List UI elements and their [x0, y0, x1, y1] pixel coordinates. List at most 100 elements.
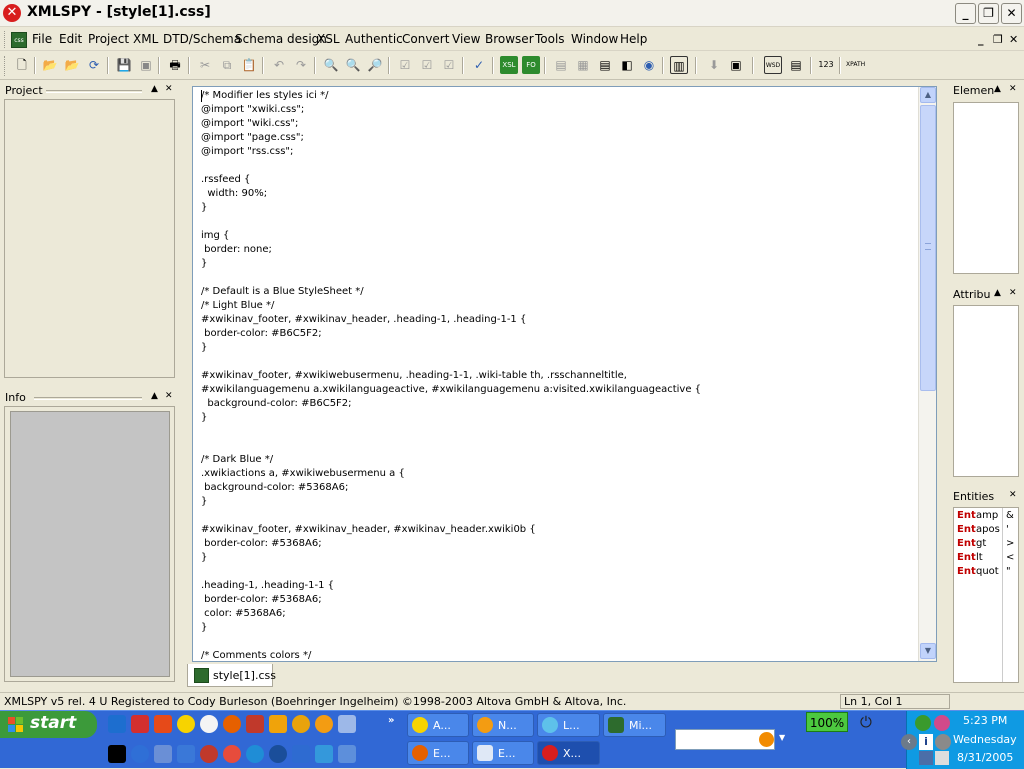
chat-icon[interactable] [200, 715, 218, 733]
menu-browser[interactable]: Browser [485, 32, 534, 46]
wsdl-icon[interactable]: WSD [764, 56, 782, 74]
line-numbers-icon[interactable]: 123 [817, 56, 835, 74]
document-css-icon[interactable]: css [11, 32, 27, 48]
find-icon[interactable]: 🔍 [322, 56, 340, 74]
quicklaunch-app-icon[interactable] [108, 715, 126, 733]
taskbar-button[interactable]: A... [407, 713, 469, 737]
start-button[interactable]: start [0, 711, 97, 738]
tray-icon[interactable] [935, 734, 951, 750]
entities-panel[interactable]: Ent amp & Ent apos ' Ent gt > Ent lt < Ent quot " [953, 507, 1019, 683]
quicklaunch-app-icon[interactable] [177, 745, 195, 763]
paste-icon[interactable]: 📋 [240, 56, 258, 74]
quicklaunch-expand-icon[interactable]: » [388, 715, 394, 726]
menu-authentic[interactable]: Authentic [345, 32, 403, 46]
help-icon[interactable] [131, 745, 149, 763]
database-icon[interactable]: ⬇ [705, 56, 723, 74]
file-export-icon[interactable]: ▣ [727, 56, 745, 74]
panel-close-icon[interactable]: ✕ [1009, 490, 1017, 500]
firefox-icon[interactable] [223, 715, 241, 733]
menu-schema-design[interactable]: Schema design [235, 32, 327, 46]
panel-collapse-icon[interactable]: ▲ [994, 288, 1001, 298]
find-next-icon[interactable]: 🔍 [344, 56, 362, 74]
cmd-icon[interactable] [108, 745, 126, 763]
project-window-icon[interactable]: ▥ [670, 56, 688, 74]
undo-icon[interactable]: ↶ [270, 56, 288, 74]
toolbar-gripper[interactable] [4, 56, 7, 76]
power-plug-icon[interactable]: ⏻ [860, 713, 886, 731]
quicklaunch-app-icon[interactable] [315, 745, 333, 763]
quicklaunch-app-icon[interactable] [292, 715, 310, 733]
quicklaunch-app-icon[interactable] [246, 715, 264, 733]
print-icon[interactable]: 🖶 [166, 56, 184, 74]
mdi-restore-icon[interactable]: ❐ [993, 33, 1003, 46]
clock-date[interactable]: 8/31/2005 [957, 751, 1013, 764]
panel-collapse-icon[interactable]: ▲ [151, 84, 158, 94]
minimize-button[interactable]: _ [955, 3, 976, 24]
validate-file-icon[interactable]: ☑ [440, 56, 458, 74]
quicklaunch-app-icon[interactable] [269, 745, 287, 763]
authentic-view-icon[interactable]: ◧ [618, 56, 636, 74]
document-tab[interactable]: style[1].css [187, 664, 276, 687]
reload-icon[interactable]: ⟳ [85, 56, 103, 74]
quicklaunch-app-icon[interactable] [269, 715, 287, 733]
close-button[interactable]: ✕ [1001, 3, 1022, 24]
quicklaunch-app-icon[interactable] [177, 715, 195, 733]
mdi-close-icon[interactable]: ✕ [1009, 33, 1018, 46]
menu-xml[interactable]: XML [133, 32, 158, 46]
save-all-icon[interactable]: ▣ [137, 56, 155, 74]
scroll-up-arrow-icon[interactable]: ▲ [920, 87, 936, 103]
quicklaunch-app-icon[interactable] [338, 715, 356, 733]
taskbar-search-input[interactable] [675, 729, 775, 750]
project-panel[interactable] [4, 99, 175, 378]
attributes-panel[interactable] [953, 305, 1019, 477]
taskbar-button[interactable]: N... [472, 713, 534, 737]
quicklaunch-app-icon[interactable] [292, 745, 310, 763]
xml-doc-icon[interactable]: ▤ [787, 56, 805, 74]
menu-convert[interactable]: Convert [402, 32, 449, 46]
code-editor[interactable]: /* Modifier les styles ici */ @import "x… [192, 86, 937, 662]
menu-file[interactable]: File [32, 32, 52, 46]
taskbar-button[interactable]: Mi... [603, 713, 666, 737]
menu-project[interactable]: Project [88, 32, 129, 46]
network-icon[interactable] [919, 751, 933, 765]
info-icon[interactable]: i [919, 734, 933, 750]
editor-text[interactable]: /* Modifier les styles ici */ @import "x… [201, 89, 701, 661]
xsl-transform-icon[interactable]: XSL [500, 56, 518, 74]
schema-view-icon[interactable]: ▤ [596, 56, 614, 74]
tray-icon[interactable] [934, 715, 950, 731]
spellcheck-icon[interactable]: ✓ [470, 56, 488, 74]
panel-close-icon[interactable]: ✕ [1009, 288, 1017, 298]
browser-view-icon[interactable]: ◉ [640, 56, 658, 74]
app-icon[interactable]: ✕ [3, 4, 21, 22]
panel-collapse-icon[interactable]: ▲ [151, 391, 158, 401]
text-view-icon[interactable]: ▤ [552, 56, 570, 74]
validate-icon[interactable]: ☑ [418, 56, 436, 74]
menu-dtd-schema[interactable]: DTD/Schema [163, 32, 241, 46]
open-folder-icon[interactable]: 📂 [41, 56, 59, 74]
clock-time[interactable]: 5:23 PM [963, 714, 1007, 727]
restore-button[interactable]: ❐ [978, 3, 999, 24]
scroll-down-arrow-icon[interactable]: ▼ [920, 643, 936, 659]
panel-close-icon[interactable]: ✕ [165, 391, 173, 401]
panel-close-icon[interactable]: ✕ [165, 84, 173, 94]
menu-view[interactable]: View [452, 32, 480, 46]
open-url-icon[interactable]: 📂 [63, 56, 81, 74]
search-dropdown-icon[interactable]: ▼ [779, 733, 785, 742]
menu-tools[interactable]: Tools [535, 32, 565, 46]
replace-icon[interactable]: 🔎 [366, 56, 384, 74]
elements-panel[interactable] [953, 102, 1019, 274]
acrobat-icon[interactable] [131, 715, 149, 733]
menu-help[interactable]: Help [620, 32, 647, 46]
menu-edit[interactable]: Edit [59, 32, 82, 46]
quicklaunch-app-icon[interactable] [338, 745, 356, 763]
tray-collapse-icon[interactable]: ‹ [901, 734, 917, 750]
cut-icon[interactable]: ✂ [196, 56, 214, 74]
well-formed-check-icon[interactable]: ☑ [396, 56, 414, 74]
fo-transform-icon[interactable]: FO [522, 56, 540, 74]
menu-gripper[interactable] [4, 31, 7, 48]
new-file-icon[interactable]: 🗋 [13, 56, 31, 74]
taskbar-button[interactable]: L... [537, 713, 600, 737]
clock-icon[interactable] [223, 745, 241, 763]
battery-indicator[interactable]: 100% [806, 712, 848, 732]
menu-window[interactable]: Window [571, 32, 618, 46]
